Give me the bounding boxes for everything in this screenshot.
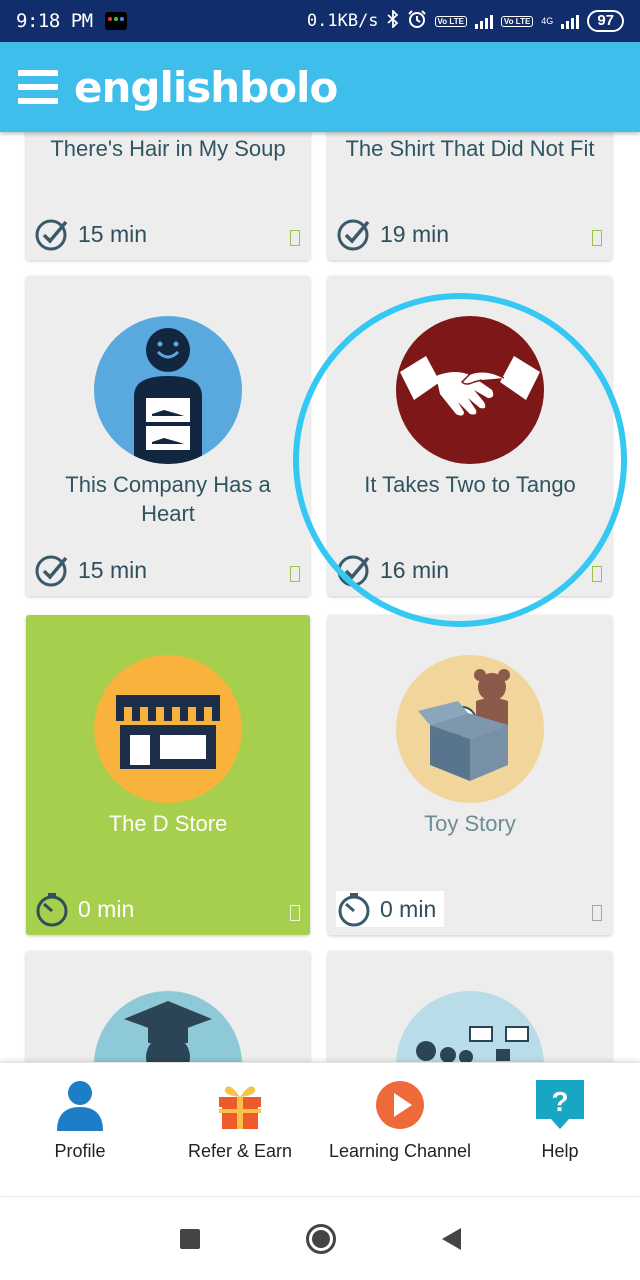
lesson-duration: 19 min xyxy=(380,220,450,247)
play-icon xyxy=(374,1079,426,1131)
system-navigation xyxy=(0,1196,640,1280)
clock-check-icon xyxy=(35,219,68,251)
nav-refer-earn[interactable]: Refer & Earn xyxy=(160,1063,320,1196)
lesson-title: This Company Has a Heart xyxy=(65,472,271,526)
bookmark-icon[interactable] xyxy=(592,230,602,246)
status-time: 9:18 PM xyxy=(16,10,93,32)
menu-icon[interactable] xyxy=(18,70,58,104)
gift-icon xyxy=(214,1079,266,1131)
clock-check-icon xyxy=(337,555,370,587)
network-speed: 0.1KB/s xyxy=(306,11,379,31)
svg-text:?: ? xyxy=(551,1086,568,1117)
nav-learning-channel[interactable]: Learning Channel xyxy=(320,1063,480,1196)
lesson-duration: 0 min xyxy=(78,895,135,922)
timer-icon xyxy=(36,893,68,927)
company-heart-icon xyxy=(94,316,242,464)
toy-box-icon xyxy=(396,655,544,803)
lesson-card[interactable] xyxy=(26,951,310,1062)
recents-button[interactable] xyxy=(179,1228,200,1249)
alarm-icon xyxy=(407,9,427,34)
lesson-title: The D Store xyxy=(108,811,228,836)
lesson-card[interactable] xyxy=(328,951,612,1062)
status-bar: 9:18 PM 0.1KB/s Vo LTE Vo LTE 4G 97 xyxy=(0,0,640,42)
lesson-duration: 16 min xyxy=(380,556,450,583)
clock-check-icon xyxy=(35,555,68,587)
lesson-duration: 0 min xyxy=(380,895,437,922)
bookmark-icon[interactable] xyxy=(592,905,602,921)
lesson-title: It Takes Two to Tango xyxy=(364,472,576,497)
classroom-icon xyxy=(396,991,544,1062)
lesson-title: There's Hair in My Soup xyxy=(50,136,286,161)
lesson-card[interactable]: This Company Has a Heart 15 min xyxy=(26,276,310,596)
store-icon xyxy=(94,655,242,803)
bookmark-icon[interactable] xyxy=(290,566,300,582)
nav-label: Refer & Earn xyxy=(187,1141,293,1161)
lesson-duration: 15 min xyxy=(78,556,148,583)
help-icon: ? xyxy=(534,1079,586,1131)
nav-label: Profile xyxy=(54,1141,106,1161)
app-bar: englishbolo xyxy=(0,42,640,132)
lesson-card[interactable]: The Shirt That Did Not Fit 19 min xyxy=(328,132,612,260)
person-icon xyxy=(54,1079,106,1131)
battery-indicator: 97 xyxy=(587,10,624,32)
handshake-icon xyxy=(396,316,544,464)
lesson-title: Toy Story xyxy=(424,811,516,836)
notification-icon xyxy=(104,12,127,30)
home-button[interactable] xyxy=(305,1223,336,1254)
network-type: 4G xyxy=(541,16,554,26)
graduation-icon xyxy=(94,991,242,1062)
volte-badge-1: Vo LTE xyxy=(434,15,467,27)
timer-icon xyxy=(338,893,370,927)
lesson-card[interactable]: Toy Story 0 min xyxy=(328,615,612,935)
lesson-duration: 15 min xyxy=(78,220,148,247)
nav-profile[interactable]: Profile xyxy=(0,1063,160,1196)
nav-label: Help xyxy=(541,1141,579,1161)
bottom-navigation: Profile Refer & Earn Learning Channel ? … xyxy=(0,1062,640,1196)
nav-help[interactable]: ? Help xyxy=(480,1063,640,1196)
lesson-card[interactable]: There's Hair in My Soup 15 min xyxy=(26,132,310,260)
clock-check-icon xyxy=(337,219,370,251)
volte-badge-2: Vo LTE xyxy=(500,15,534,27)
app-logo: englishbolo xyxy=(74,62,338,112)
lesson-card[interactable]: It Takes Two to Tango 16 min xyxy=(328,276,612,596)
back-button[interactable] xyxy=(441,1227,461,1250)
bluetooth-icon xyxy=(386,8,399,33)
lesson-title: The Shirt That Did Not Fit xyxy=(345,136,595,161)
bookmark-icon[interactable] xyxy=(290,905,300,921)
signal-icon-2 xyxy=(561,13,580,29)
signal-icon-1 xyxy=(474,13,493,29)
nav-label: Learning Channel xyxy=(328,1141,472,1161)
lesson-card-active[interactable]: The D Store 0 min xyxy=(26,615,310,935)
bookmark-icon[interactable] xyxy=(592,566,602,582)
bookmark-icon[interactable] xyxy=(290,230,300,246)
lesson-grid: There's Hair in My Soup 15 min The Shirt… xyxy=(0,132,640,1062)
